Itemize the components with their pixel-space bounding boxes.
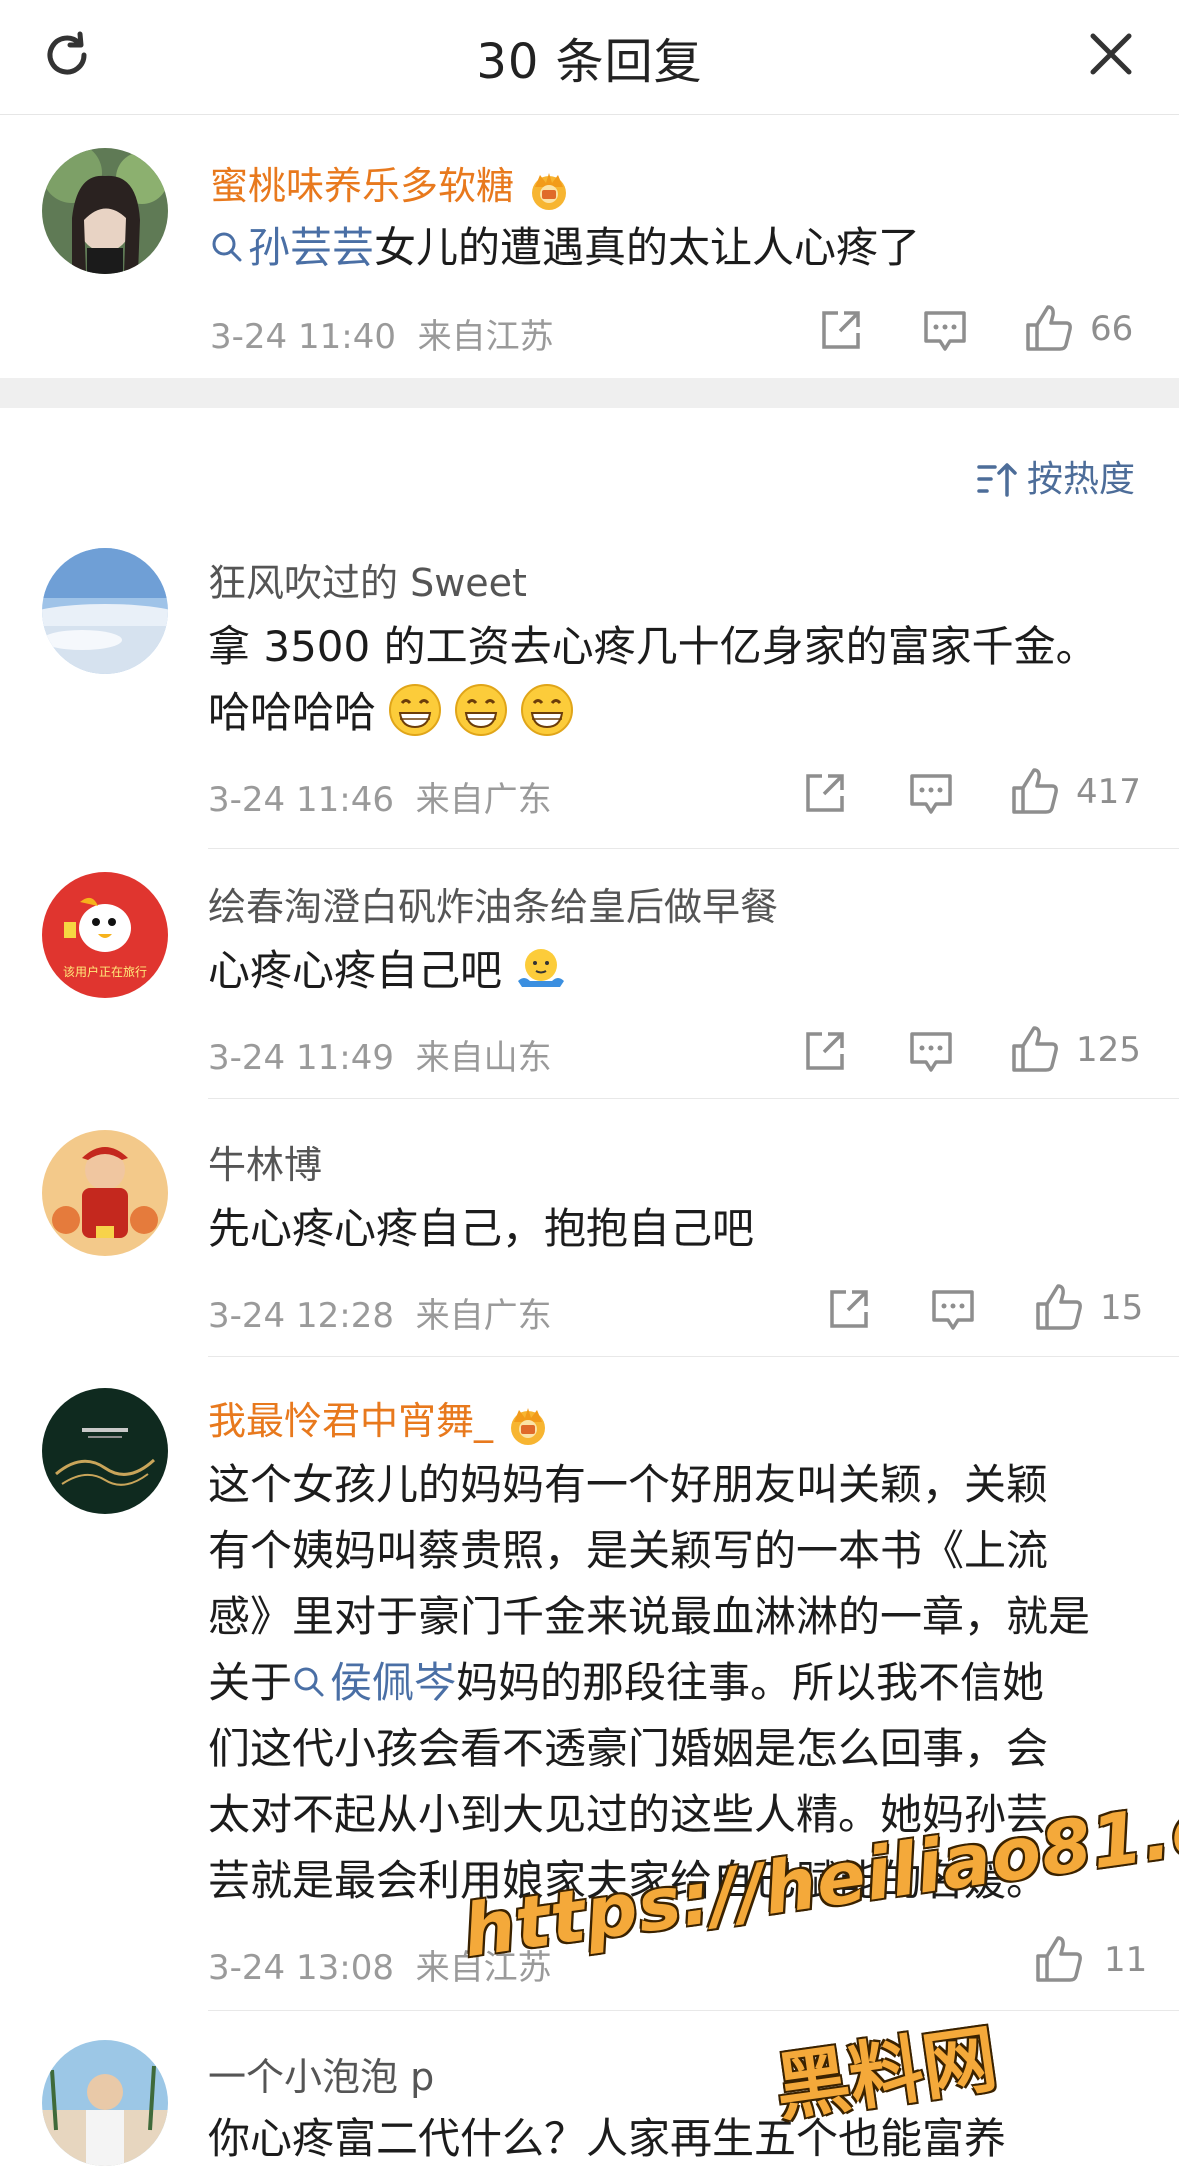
avatar[interactable] (42, 1130, 168, 1256)
username[interactable]: 绘春淘澄白矾炸油条给皇后做早餐 (208, 876, 778, 931)
divider (208, 1356, 1179, 1357)
divider (208, 1098, 1179, 1099)
avatar[interactable] (42, 548, 168, 674)
search-icon (294, 1667, 324, 1697)
comment-meta: 3-24 11:46 来自广东 (208, 772, 552, 821)
like-count: 11 (1104, 1940, 1148, 1980)
comment-text: 哈哈哈哈 (208, 680, 574, 746)
shrug-emoji-icon (518, 949, 565, 987)
comment-text: 感》里对于豪门千金来说最血淋淋的一章，就是 (208, 1592, 1091, 1641)
grin-emoji-icon (521, 684, 574, 736)
comment-text: 拿 3500 的工资去心疼几十亿身家的富家千金。 (208, 622, 1098, 671)
like-icon[interactable] (1024, 303, 1074, 353)
like-icon[interactable] (1034, 1934, 1084, 1984)
avatar-badge: 该用户正在旅行 (62, 965, 147, 979)
vip-crown-icon (532, 172, 567, 210)
username[interactable]: 蜜桃味养乐多软糖 (210, 155, 572, 211)
section-divider (0, 378, 1179, 408)
page-title: 30 条回复 (476, 34, 703, 90)
location: 来自江苏 (417, 317, 554, 357)
header-bar: 30 条回复 (0, 0, 1179, 115)
like-count: 15 (1100, 1288, 1144, 1328)
like-icon[interactable] (1010, 1024, 1060, 1074)
comment-text: 先心疼心疼自己，抱抱自己吧 (208, 1204, 755, 1253)
avatar[interactable] (42, 148, 168, 274)
username[interactable]: 一个小泡泡 p (208, 2046, 434, 2101)
search-icon (212, 232, 242, 262)
timestamp: 3-24 13:08 (208, 1948, 394, 1988)
share-icon[interactable] (818, 307, 864, 353)
share-icon[interactable] (802, 770, 848, 816)
comment-text: 这个女孩儿的妈妈有一个好朋友叫关颖，关颖 (208, 1460, 1049, 1509)
timestamp: 3-24 11:49 (208, 1038, 394, 1078)
like-icon[interactable] (1034, 1282, 1084, 1332)
like-count: 125 (1076, 1030, 1141, 1070)
share-icon[interactable] (802, 1028, 848, 1074)
comment-icon[interactable] (930, 1288, 976, 1332)
topic-link[interactable]: 侯佩岑 (292, 1658, 456, 1707)
comment-text: 们这代小孩会看不透豪门婚姻是怎么回事，会 (208, 1724, 1049, 1773)
divider (208, 848, 1179, 849)
grin-emoji-icon (389, 684, 442, 736)
divider (208, 2010, 1179, 2011)
location: 来自广东 (415, 1296, 552, 1336)
topic-link[interactable]: 孙芸芸 (210, 223, 374, 272)
username[interactable]: 我最怜君中宵舞_ (208, 1390, 551, 1446)
comment-icon[interactable] (908, 1030, 954, 1074)
timestamp: 3-24 11:46 (208, 780, 394, 820)
comment-meta: 3-24 12:28 来自广东 (208, 1288, 552, 1337)
comment-icon[interactable] (908, 772, 954, 816)
comment-meta: 3-24 11:40 来自江苏 (210, 309, 554, 358)
comment-text: 心疼心疼自己吧 (208, 938, 568, 1004)
comment-text: 有个姨妈叫蔡贵照，是关颖写的一本书《上流 (208, 1526, 1049, 1575)
close-icon[interactable] (1085, 28, 1137, 80)
grin-emoji-icon (455, 684, 508, 736)
timestamp: 3-24 11:40 (210, 317, 396, 357)
comment-icon[interactable] (922, 309, 968, 353)
location: 来自山东 (415, 1038, 552, 1078)
vip-crown-icon (511, 1407, 546, 1445)
comment-meta: 3-24 11:49 来自山东 (208, 1030, 552, 1079)
sort-icon (977, 463, 1017, 497)
sort-button[interactable]: 按热度 (975, 450, 1135, 502)
like-count: 66 (1090, 309, 1134, 349)
location: 来自广东 (415, 780, 552, 820)
avatar[interactable] (42, 1388, 168, 1514)
like-icon[interactable] (1010, 766, 1060, 816)
username[interactable]: 狂风吹过的 Sweet (208, 552, 527, 607)
avatar[interactable] (42, 2040, 168, 2166)
username[interactable]: 牛林博 (208, 1134, 322, 1189)
like-count: 417 (1076, 772, 1141, 812)
comment-text: 孙芸芸女儿的遭遇真的太让人心疼了 (210, 215, 920, 281)
avatar[interactable]: 该用户正在旅行 (42, 872, 168, 998)
timestamp: 3-24 12:28 (208, 1296, 394, 1336)
share-icon[interactable] (826, 1286, 872, 1332)
comment-text: 关于 侯佩岑妈妈的那段往事。所以我不信她 (208, 1658, 1045, 1707)
main-comment: 蜜桃味养乐多软糖 孙芸芸女儿的遭遇真的太让人心疼了 3-24 11:40 来自江… (0, 115, 1179, 377)
